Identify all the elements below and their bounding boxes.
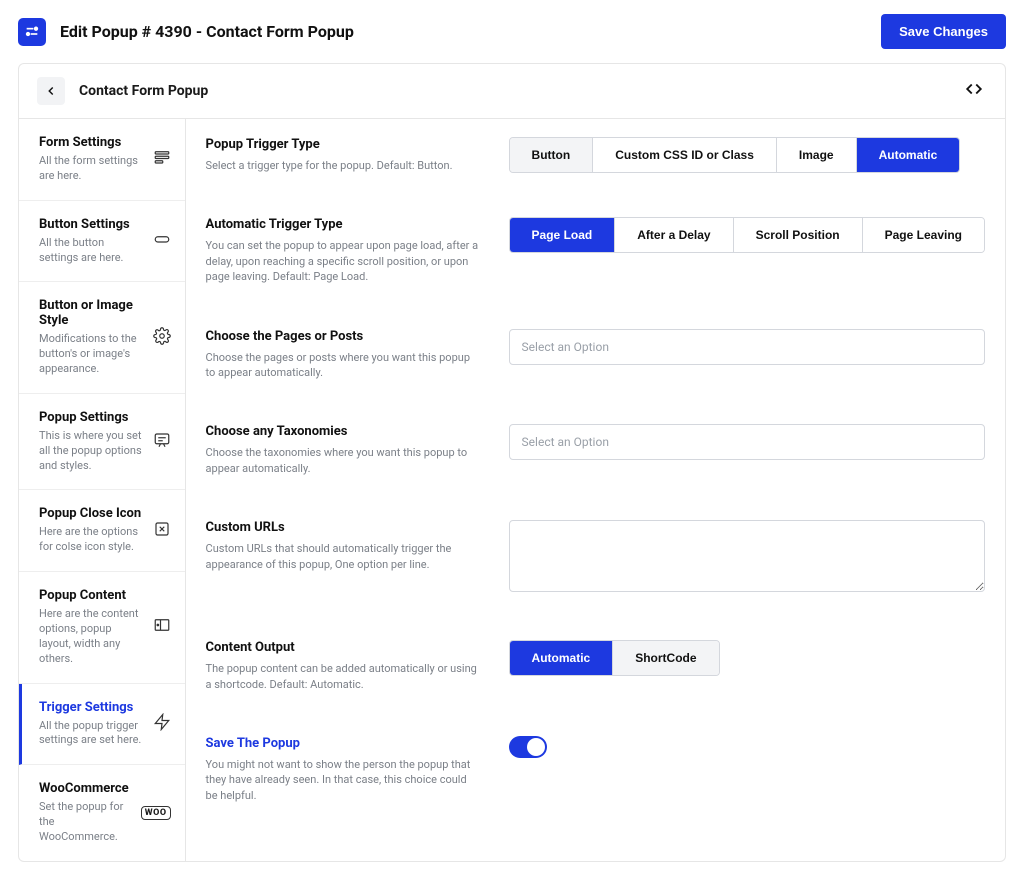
app-logo-icon	[18, 18, 46, 46]
form-icon	[153, 148, 171, 170]
sidebar-item-desc: All the popup trigger settings are set h…	[39, 719, 143, 749]
field-desc: The popup content can be added automatic…	[206, 661, 481, 692]
sidebar-item-label: Trigger Settings	[39, 700, 143, 715]
main-content: Popup Trigger Type Select a trigger type…	[186, 119, 1005, 861]
sidebar-item-desc: Here are the content options, popup layo…	[39, 607, 143, 666]
content-output-shortcode[interactable]: ShortCode	[613, 641, 718, 675]
sidebar-item-label: Button or Image Style	[39, 298, 143, 328]
field-title-auto-trigger: Automatic Trigger Type	[206, 217, 481, 232]
layout-icon	[153, 616, 171, 638]
sidebar-item-label: Button Settings	[39, 217, 143, 232]
sidebar-item-woocommerce[interactable]: WooCommerce Set the popup for the WooCom…	[19, 765, 185, 861]
auto-trigger-delay[interactable]: After a Delay	[615, 218, 733, 252]
save-button[interactable]: Save Changes	[881, 14, 1006, 49]
trigger-type-image[interactable]: Image	[777, 138, 857, 172]
panel: Contact Form Popup Form Settings All the…	[18, 63, 1006, 862]
back-button[interactable]	[37, 77, 65, 105]
auto-trigger-page-load[interactable]: Page Load	[510, 218, 616, 252]
auto-trigger-page-leaving[interactable]: Page Leaving	[863, 218, 984, 252]
field-desc: Select a trigger type for the popup. Def…	[206, 158, 481, 173]
field-desc: You can set the popup to appear upon pag…	[206, 238, 481, 284]
field-desc: Choose the taxonomies where you want thi…	[206, 445, 481, 476]
sidebar-item-label: Popup Content	[39, 588, 143, 603]
field-title-pages: Choose the Pages or Posts	[206, 329, 481, 344]
sidebar-item-label: WooCommerce	[39, 781, 131, 796]
toggle-knob	[527, 738, 545, 756]
auto-trigger-group: Page Load After a Delay Scroll Position …	[509, 217, 985, 253]
trigger-type-css[interactable]: Custom CSS ID or Class	[593, 138, 777, 172]
chevron-left-icon	[44, 84, 58, 98]
field-title-content-output: Content Output	[206, 640, 481, 655]
page-title: Edit Popup # 4390 - Contact Form Popup	[60, 22, 354, 41]
auto-trigger-scroll[interactable]: Scroll Position	[734, 218, 863, 252]
sidebar-item-desc: Modifications to the button's or image's…	[39, 332, 143, 377]
trigger-type-button[interactable]: Button	[510, 138, 594, 172]
field-title-taxonomies: Choose any Taxonomies	[206, 424, 481, 439]
field-title-custom-urls: Custom URLs	[206, 520, 481, 535]
code-toggle-button[interactable]	[961, 76, 987, 106]
close-box-icon	[153, 520, 171, 542]
sidebar-item-label: Popup Settings	[39, 410, 143, 425]
gear-icon	[153, 327, 171, 349]
field-desc: Choose the pages or posts where you want…	[206, 350, 481, 381]
sidebar: Form Settings All the form settings are …	[19, 119, 186, 861]
sidebar-item-label: Popup Close Icon	[39, 506, 143, 521]
topbar: Edit Popup # 4390 - Contact Form Popup S…	[0, 0, 1024, 63]
sidebar-item-desc: All the button settings are here.	[39, 236, 143, 266]
sidebar-item-form-settings[interactable]: Form Settings All the form settings are …	[19, 119, 185, 201]
code-icon	[965, 80, 983, 98]
woocommerce-icon: WOO	[141, 806, 171, 820]
custom-urls-textarea[interactable]	[509, 520, 985, 592]
field-desc: Custom URLs that should automatically tr…	[206, 541, 481, 572]
trigger-type-group: Button Custom CSS ID or Class Image Auto…	[509, 137, 961, 173]
field-desc: You might not want to show the person th…	[206, 757, 481, 803]
content-output-group: Automatic ShortCode	[509, 640, 720, 676]
sidebar-item-popup-content[interactable]: Popup Content Here are the content optio…	[19, 572, 185, 683]
popup-icon	[153, 431, 171, 453]
pages-select[interactable]: Select an Option	[509, 329, 985, 365]
sidebar-item-desc: All the form settings are here.	[39, 154, 143, 184]
field-title-trigger-type: Popup Trigger Type	[206, 137, 481, 152]
sidebar-item-label: Form Settings	[39, 135, 143, 150]
trigger-type-automatic[interactable]: Automatic	[857, 138, 960, 172]
sidebar-item-popup-settings[interactable]: Popup Settings This is where you set all…	[19, 394, 185, 491]
lightning-icon	[153, 713, 171, 735]
sidebar-item-desc: Set the popup for the WooCommerce.	[39, 800, 131, 845]
taxonomies-select[interactable]: Select an Option	[509, 424, 985, 460]
save-popup-toggle[interactable]	[509, 736, 547, 758]
content-output-automatic[interactable]: Automatic	[510, 641, 614, 675]
sidebar-item-desc: This is where you set all the popup opti…	[39, 429, 143, 474]
button-icon	[153, 230, 171, 252]
sidebar-item-button-settings[interactable]: Button Settings All the button settings …	[19, 201, 185, 283]
panel-title: Contact Form Popup	[79, 83, 208, 99]
sidebar-item-popup-close-icon[interactable]: Popup Close Icon Here are the options fo…	[19, 490, 185, 572]
sidebar-item-desc: Here are the options for colse icon styl…	[39, 525, 143, 555]
field-title-save-popup: Save The Popup	[206, 736, 481, 751]
sidebar-item-button-image-style[interactable]: Button or Image Style Modifications to t…	[19, 282, 185, 394]
sidebar-item-trigger-settings[interactable]: Trigger Settings All the popup trigger s…	[19, 684, 185, 766]
